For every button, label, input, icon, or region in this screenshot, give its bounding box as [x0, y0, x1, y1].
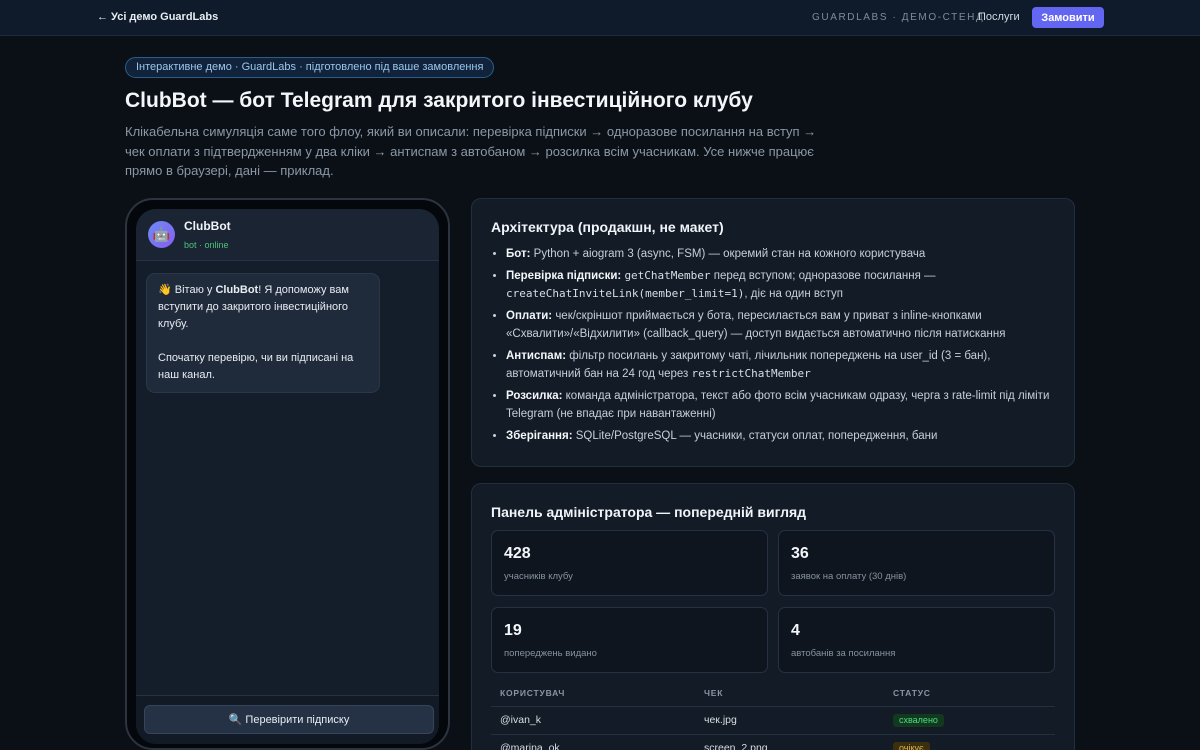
architecture-list: Бот: Python + aiogram 3 (async, FSM) — о…	[506, 245, 1051, 449]
list-item: Оплати: чек/скріншот приймається у бота,…	[506, 307, 1051, 343]
list-item: Розсилка: команда адміністратора, текст …	[506, 387, 1051, 423]
brand-label: GUARDLABS · ДЕМО-СТЕНД	[812, 12, 985, 23]
list-item: Антиспам: фільтр посилань у закритому ча…	[506, 347, 1051, 383]
stat-card-members: 428 учасників клубу	[491, 530, 768, 596]
status-badge: очікує	[893, 742, 930, 750]
table-divider	[491, 706, 1055, 707]
bot-name: ClubBot	[184, 219, 231, 233]
chat-header: 🤖 ClubBot bot · online	[136, 209, 439, 261]
stat-card-payment-requests: 36 заявок на оплату (30 днів)	[778, 530, 1055, 596]
telegram-chat-screen: 🤖 ClubBot bot · online 👋 Вітаю у ClubBot…	[136, 209, 439, 744]
chat-footer: 🔍 Перевірити підписку	[136, 695, 439, 744]
page-description: Клікабельна симуляція саме того флоу, як…	[125, 124, 817, 178]
order-button[interactable]: Замовити	[1032, 7, 1104, 28]
list-item: Зберігання: SQLite/PostgreSQL — учасники…	[506, 427, 1051, 445]
column-header-status: СТАТУС	[893, 688, 931, 698]
wave-icon: 👋	[158, 284, 172, 296]
row-user: @marina_ok	[500, 742, 560, 750]
list-item: Бот: Python + aiogram 3 (async, FSM) — о…	[506, 245, 1051, 263]
top-nav-bar: ← Усі демо GuardLabs GUARDLABS · ДЕМО-СТ…	[0, 0, 1200, 36]
bot-name-bold: ClubBot	[215, 284, 259, 296]
row-receipt-file[interactable]: screen_2.png	[704, 742, 768, 750]
page-title: ClubBot — бот Telegram для закритого інв…	[125, 89, 753, 112]
table-divider	[491, 734, 1055, 735]
status-badge: схвалено	[893, 714, 944, 727]
bot-message-second: Спочатку перевірю, чи ви підписані на на…	[158, 352, 354, 381]
architecture-panel: Архітектура (продакшн, не макет) Бот: Py…	[471, 198, 1075, 467]
row-user: @ivan_k	[500, 714, 542, 726]
column-header-receipt: ЧЕК	[704, 688, 724, 698]
phone-mockup: 🤖 ClubBot bot · online 👋 Вітаю у ClubBot…	[125, 198, 450, 750]
bot-status: bot · online	[184, 240, 229, 250]
stat-card-autobans: 4 автобанів за посилання	[778, 607, 1055, 673]
services-link[interactable]: Послуги	[978, 11, 1020, 23]
architecture-title: Архітектура (продакшн, не макет)	[491, 219, 724, 235]
stat-card-warnings: 19 попереджень видано	[491, 607, 768, 673]
demo-badge: Інтерактивне демо · GuardLabs · підготов…	[125, 57, 495, 78]
robot-icon: 🤖	[148, 221, 175, 248]
column-header-user: КОРИСТУВАЧ	[500, 688, 566, 698]
list-item: Перевірка підписки: getChatMember перед …	[506, 267, 1051, 303]
row-receipt-file[interactable]: чек.jpg	[704, 714, 737, 726]
admin-panel-title: Панель адміністратора — попередній вигля…	[491, 504, 807, 520]
back-to-demos-link[interactable]: ← Усі демо GuardLabs	[97, 11, 218, 23]
check-subscription-button[interactable]: 🔍 Перевірити підписку	[144, 705, 434, 734]
bot-message: 👋 Вітаю у ClubBot! Я допоможу вам вступи…	[146, 273, 380, 393]
